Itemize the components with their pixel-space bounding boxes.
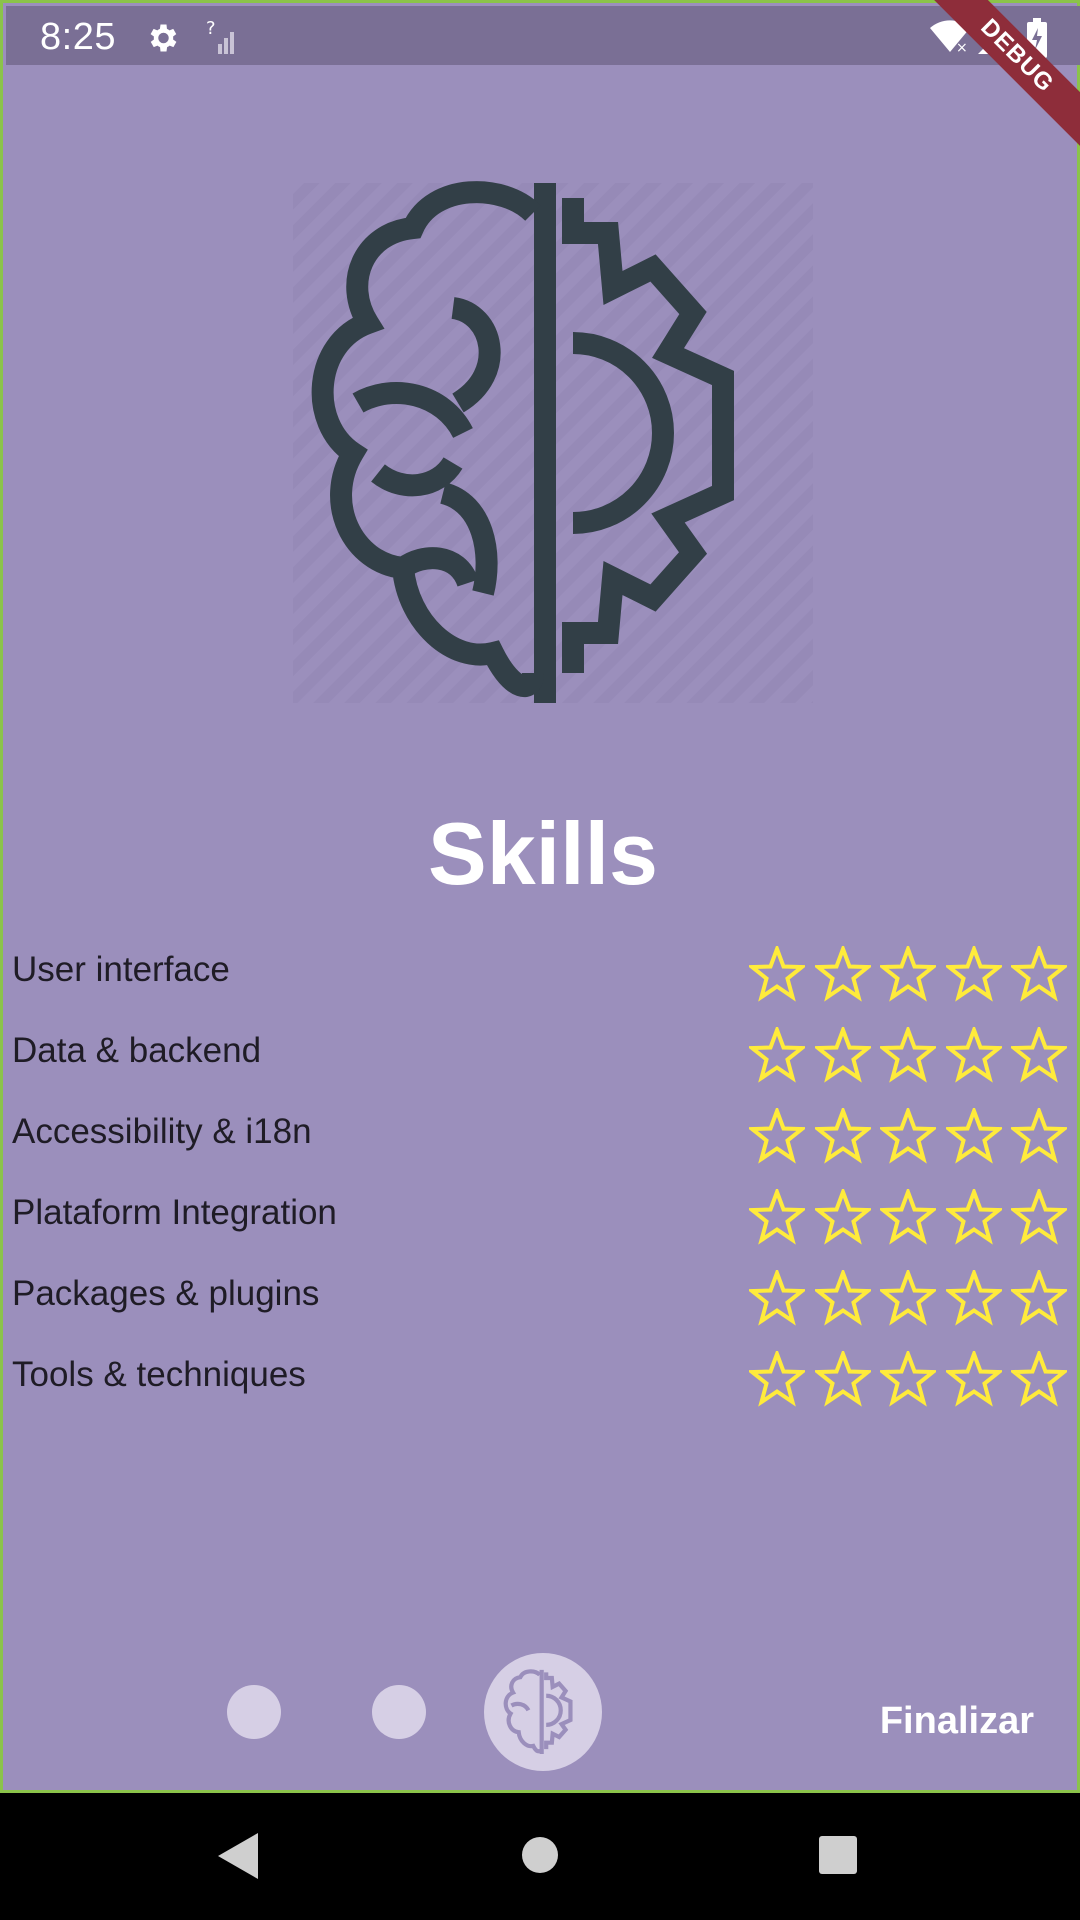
star-icon[interactable]	[945, 946, 1002, 1002]
skill-label: User interface	[12, 950, 230, 989]
brain-gear-icon	[503, 1669, 573, 1754]
star-icon[interactable]	[945, 1108, 1002, 1164]
star-icon[interactable]	[1011, 946, 1067, 1002]
star-icon[interactable]	[880, 1189, 936, 1245]
star-icon[interactable]	[1011, 1270, 1067, 1326]
star-icon[interactable]	[880, 1351, 936, 1407]
page-indicator-active[interactable]	[484, 1653, 602, 1771]
star-icon[interactable]	[749, 1027, 805, 1083]
star-icon[interactable]	[749, 1270, 805, 1326]
skill-row: Accessibility & i18n	[3, 1104, 1080, 1164]
star-icon[interactable]	[749, 1189, 805, 1245]
skill-row: Tools & techniques	[3, 1347, 1080, 1407]
back-icon[interactable]	[216, 1831, 260, 1881]
star-icon[interactable]	[880, 946, 936, 1002]
status-time: 8:25	[40, 16, 116, 58]
skill-row: User interface	[3, 942, 1080, 1002]
star-icon[interactable]	[814, 1270, 871, 1326]
star-icon[interactable]	[814, 1189, 871, 1245]
star-icon[interactable]	[1011, 1027, 1067, 1083]
skill-label: Tools & techniques	[12, 1355, 306, 1394]
star-icon[interactable]	[749, 946, 805, 1002]
page-indicator-dot[interactable]	[227, 1685, 281, 1739]
star-icon[interactable]	[945, 1270, 1002, 1326]
hero-illustration	[283, 173, 823, 713]
star-icon[interactable]	[814, 1351, 871, 1407]
star-icon[interactable]	[749, 1108, 805, 1164]
star-icon[interactable]	[880, 1270, 936, 1326]
finish-button[interactable]: Finalizar	[880, 1700, 1034, 1743]
star-icon[interactable]	[945, 1189, 1002, 1245]
star-icon[interactable]	[1011, 1108, 1067, 1164]
skill-label: Data & backend	[12, 1031, 262, 1070]
star-icon[interactable]	[749, 1351, 805, 1407]
star-icon[interactable]	[1011, 1351, 1067, 1407]
star-icon[interactable]	[814, 1108, 871, 1164]
skill-label: Accessibility & i18n	[12, 1112, 312, 1151]
star-icon[interactable]	[1011, 1189, 1067, 1245]
skill-row: Packages & plugins	[3, 1266, 1080, 1326]
star-icon[interactable]	[880, 1108, 936, 1164]
skill-row: Plataform Integration	[3, 1185, 1080, 1245]
recents-icon[interactable]	[818, 1835, 858, 1875]
status-bar: 8:25 ? ×	[6, 6, 1080, 65]
star-icon[interactable]	[814, 946, 871, 1002]
star-icon[interactable]	[880, 1027, 936, 1083]
star-icon[interactable]	[945, 1027, 1002, 1083]
page-title: Skills	[428, 804, 658, 903]
skill-label: Plataform Integration	[12, 1193, 337, 1232]
app-screen: 8:25 ? × DEBUG Skills User interface Dat…	[0, 0, 1080, 1793]
skill-label: Packages & plugins	[12, 1274, 320, 1313]
system-nav-bar	[0, 1793, 1080, 1920]
skill-row: Data & backend	[3, 1023, 1080, 1083]
svg-text:×: ×	[956, 40, 968, 54]
star-icon[interactable]	[814, 1027, 871, 1083]
page-indicator-dot[interactable]	[372, 1685, 426, 1739]
star-icon[interactable]	[945, 1351, 1002, 1407]
home-icon[interactable]	[520, 1835, 560, 1875]
svg-text:?: ?	[206, 18, 216, 39]
brain-gear-icon	[293, 181, 813, 703]
settings-icon	[150, 24, 177, 52]
signal-unknown-icon: ?	[206, 18, 234, 54]
